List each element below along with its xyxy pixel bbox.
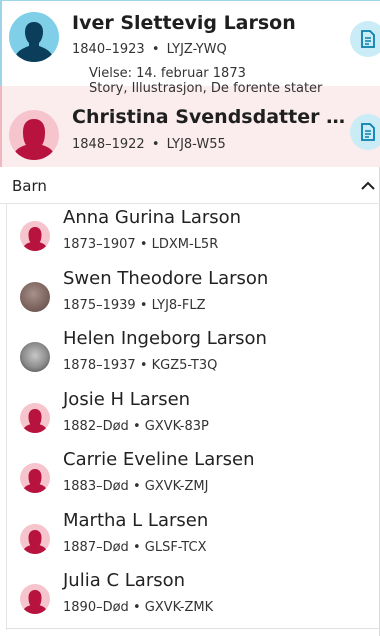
child-vitals: 1873–1907 • LDXM-L5R: [63, 237, 218, 252]
marriage-info: Vielse: 14. februar 1873 Story, Illustra…: [89, 66, 322, 96]
child-lifespan: 1890–Død: [63, 600, 129, 615]
male-silhouette-icon[interactable]: [9, 12, 59, 62]
separator-dot: •: [132, 418, 141, 434]
portrait-photo[interactable]: [20, 281, 50, 312]
child-vitals: 1883–Død • GXVK-ZMJ: [63, 479, 208, 494]
separator-dot: •: [132, 479, 141, 494]
child-lifespan: 1878–1937: [63, 358, 136, 373]
record-icon: [361, 30, 375, 48]
child-name[interactable]: Anna Gurina Larson: [63, 207, 241, 228]
mother-lifespan: 1848–1922: [72, 137, 145, 152]
child-lifespan: 1882–Død: [63, 418, 129, 434]
child-vitals: 1887–Død • GLSF-TCX: [63, 540, 206, 555]
female-silhouette-icon[interactable]: [9, 110, 59, 160]
child-row[interactable]: Carrie Eveline Larsen 1883–Død • GXVK-ZMJ: [0, 446, 380, 506]
child-row[interactable]: Josie H Larsen 1882–Død • GXVK-83P: [0, 386, 380, 446]
child-name[interactable]: Julia C Larson: [63, 570, 185, 591]
female-silhouette-icon[interactable]: [20, 221, 50, 251]
family-card: Iver Slettevig Larson 1840–1923 • LYJZ-Y…: [0, 0, 380, 636]
child-pid: GXVK-ZMJ: [144, 479, 209, 494]
mother-record-button[interactable]: [350, 114, 380, 150]
child-vitals: 1875–1939 • LYJ8-FLZ: [63, 298, 206, 313]
separator-dot: •: [151, 137, 160, 152]
child-pid: KGZ5-T3Q: [151, 358, 218, 373]
mother-row[interactable]: Vielse: 14. februar 1873 Story, Illustra…: [0, 66, 380, 167]
chevron-up-icon[interactable]: [360, 178, 376, 194]
father-vitals: 1840–1923 • LYJZ-YWQ: [72, 42, 227, 57]
female-silhouette-icon[interactable]: [20, 523, 50, 554]
mother-name[interactable]: Christina Svendsdatter Tho...: [72, 106, 347, 128]
child-lifespan: 1875–1939: [63, 297, 136, 313]
child-name[interactable]: Helen Ingeborg Larson: [63, 328, 267, 349]
father-name[interactable]: Iver Slettevig Larson: [72, 12, 296, 34]
child-pid: GLSF-TCX: [144, 539, 207, 555]
child-row[interactable]: Anna Gurina Larson 1873–1907 • LDXM-L5R: [0, 204, 380, 264]
child-name[interactable]: Josie H Larsen: [63, 389, 190, 410]
record-icon: [361, 123, 375, 141]
female-silhouette-icon[interactable]: [20, 584, 50, 614]
child-vitals: 1878–1937 • KGZ5-T3Q: [63, 358, 217, 373]
separator-dot: •: [151, 42, 160, 57]
children-section-header[interactable]: Barn: [0, 170, 380, 204]
marriage-sources[interactable]: Story, Illustrasjon, De forente stater: [89, 81, 322, 96]
female-silhouette-icon[interactable]: [20, 402, 50, 433]
child-name[interactable]: Swen Theodore Larson: [63, 268, 268, 289]
separator-dot: •: [132, 539, 141, 555]
child-row[interactable]: Julia C Larson 1890–Død • GXVK-ZMK: [0, 567, 380, 627]
child-vitals: 1882–Død • GXVK-83P: [63, 419, 209, 434]
child-name[interactable]: Carrie Eveline Larsen: [63, 449, 255, 470]
children-label: Barn: [12, 177, 47, 195]
mother-pid: LYJ8-W55: [166, 137, 226, 152]
marriage-date: Vielse: 14. februar 1873: [89, 66, 246, 81]
father-record-button[interactable]: [350, 21, 380, 57]
mother-vitals: 1848–1922 • LYJ8-W55: [72, 137, 226, 152]
separator-dot: •: [139, 237, 148, 252]
father-lifespan: 1840–1923: [72, 42, 145, 57]
child-pid: LDXM-L5R: [151, 237, 219, 252]
child-vitals: 1890–Død • GXVK-ZMK: [63, 600, 213, 615]
child-row[interactable]: Helen Ingeborg Larson 1878–1937 • KGZ5-T3…: [0, 325, 380, 385]
child-pid: LYJ8-FLZ: [151, 297, 206, 313]
child-lifespan: 1873–1907: [63, 237, 136, 252]
female-silhouette-icon[interactable]: [20, 463, 50, 493]
separator-dot: •: [139, 297, 148, 313]
child-name[interactable]: Martha L Larsen: [63, 510, 208, 531]
portrait-photo[interactable]: [20, 342, 50, 372]
child-pid: GXVK-ZMK: [144, 600, 214, 615]
separator-dot: •: [139, 358, 148, 373]
divider: [6, 628, 380, 629]
child-pid: GXVK-83P: [144, 418, 209, 434]
separator-dot: •: [132, 600, 141, 615]
child-lifespan: 1887–Død: [63, 539, 129, 555]
father-pid: LYJZ-YWQ: [166, 42, 227, 57]
child-row[interactable]: Martha L Larsen 1887–Død • GLSF-TCX: [0, 507, 380, 567]
child-row[interactable]: Swen Theodore Larson 1875–1939 • LYJ8-FLZ: [0, 265, 380, 325]
child-lifespan: 1883–Død: [63, 479, 129, 494]
